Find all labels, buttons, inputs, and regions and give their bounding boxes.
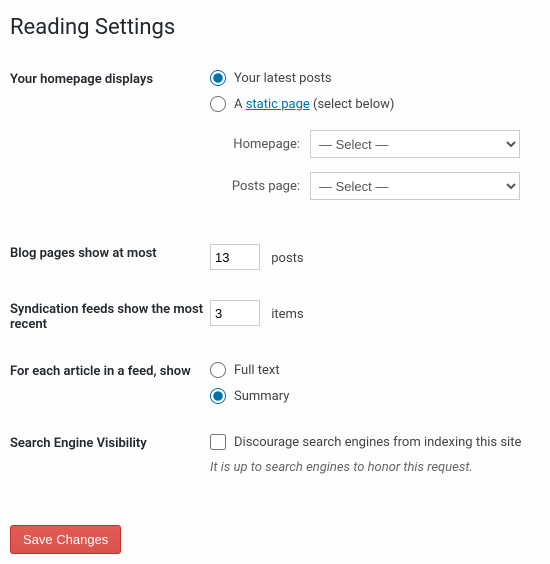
link-static-page[interactable]: static page [246, 97, 310, 112]
checkbox-discourage-search[interactable] [210, 434, 226, 450]
row-search-visibility: Search Engine Visibility Discourage sear… [10, 434, 540, 475]
radio-full-text[interactable] [210, 362, 226, 378]
unit-blog-pages: posts [271, 251, 303, 266]
row-homepage-displays: Your homepage displays Your latest posts… [10, 70, 540, 214]
input-blog-pages-count[interactable] [210, 244, 260, 270]
unit-syndication: items [271, 307, 303, 322]
label-blog-pages: Blog pages show at most [10, 244, 210, 261]
row-syndication: Syndication feeds show the most recent i… [10, 300, 540, 332]
radio-latest-posts[interactable] [210, 70, 226, 86]
save-changes-button[interactable]: Save Changes [10, 525, 121, 554]
radio-label-static-page: A static page (select below) [234, 97, 394, 112]
label-homepage-displays: Your homepage displays [10, 70, 210, 87]
label-feed-article: For each article in a feed, show [10, 362, 210, 379]
checkbox-label-discourage-search: Discourage search engines from indexing … [234, 435, 521, 450]
input-syndication-count[interactable] [210, 300, 260, 326]
radio-static-page[interactable] [210, 96, 226, 112]
row-blog-pages: Blog pages show at most posts [10, 244, 540, 270]
radio-label-latest-posts: Your latest posts [234, 71, 332, 86]
label-homepage-select: Homepage: [210, 137, 310, 152]
label-search-visibility: Search Engine Visibility [10, 434, 210, 451]
row-feed-article: For each article in a feed, show Full te… [10, 362, 540, 404]
radio-label-summary: Summary [234, 389, 289, 404]
label-posts-page-select: Posts page: [210, 179, 310, 194]
select-homepage[interactable]: — Select — [310, 130, 520, 158]
page-title: Reading Settings [10, 15, 540, 40]
label-syndication: Syndication feeds show the most recent [10, 300, 210, 332]
radio-summary[interactable] [210, 388, 226, 404]
radio-label-full-text: Full text [234, 363, 280, 378]
search-visibility-description: It is up to search engines to honor this… [210, 460, 540, 475]
select-posts-page[interactable]: — Select — [310, 172, 520, 200]
